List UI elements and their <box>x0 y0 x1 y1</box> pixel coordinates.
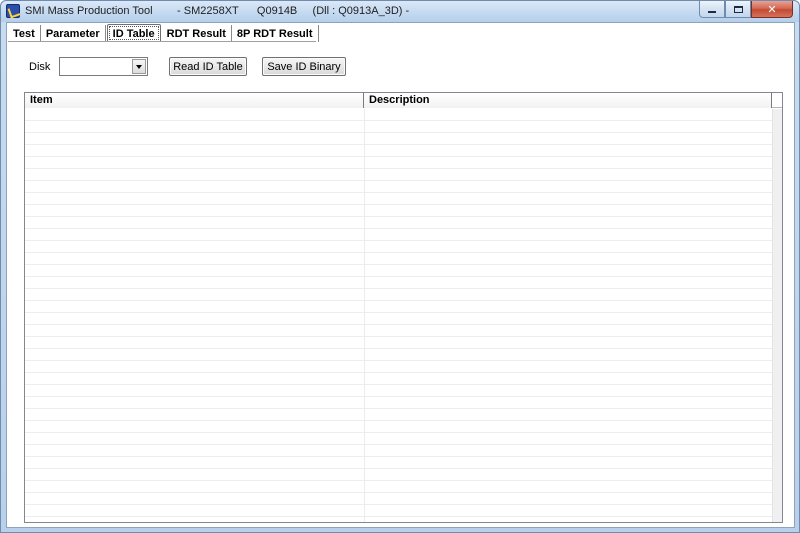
column-header-filler <box>772 93 782 107</box>
app-window: SMI Mass Production Tool - SM2258XT Q091… <box>0 0 800 533</box>
tab-parameter[interactable]: Parameter <box>40 25 106 42</box>
title-bar[interactable]: SMI Mass Production Tool - SM2258XT Q091… <box>1 1 799 22</box>
minimize-button[interactable] <box>699 1 725 18</box>
read-id-table-button[interactable]: Read ID Table <box>169 57 247 76</box>
window-title: SMI Mass Production Tool - SM2258XT Q091… <box>25 5 410 17</box>
dropdown-button[interactable] <box>132 59 146 74</box>
disk-dropdown[interactable] <box>59 57 148 76</box>
tab-strip: Test Parameter ID Table RDT Result 8P RD… <box>8 24 319 42</box>
caption-buttons: ✕ <box>699 1 793 18</box>
minimize-icon <box>708 11 716 13</box>
tab-rdt-result[interactable]: RDT Result <box>161 25 232 42</box>
disk-label: Disk <box>29 61 51 73</box>
close-icon: ✕ <box>767 3 777 16</box>
maximize-button[interactable] <box>725 1 751 18</box>
id-table-list[interactable]: Item Description <box>24 92 783 523</box>
tab-divider <box>8 41 316 42</box>
save-id-binary-button[interactable]: Save ID Binary <box>262 57 346 76</box>
vertical-scrollbar[interactable] <box>772 109 782 522</box>
column-header-description[interactable]: Description <box>364 93 772 108</box>
tab-8p-rdt-result[interactable]: 8P RDT Result <box>231 25 319 42</box>
maximize-icon <box>733 5 743 13</box>
app-logo-icon <box>6 4 20 18</box>
chevron-down-icon <box>136 64 142 69</box>
close-button[interactable]: ✕ <box>751 1 793 18</box>
list-header: Item Description <box>25 93 782 108</box>
tab-test[interactable]: Test <box>8 25 41 42</box>
column-header-item[interactable]: Item <box>25 93 364 108</box>
tab-id-table[interactable]: ID Table <box>106 24 161 42</box>
list-body[interactable] <box>25 109 772 522</box>
main-panel: Test Parameter ID Table RDT Result 8P RD… <box>6 22 795 528</box>
